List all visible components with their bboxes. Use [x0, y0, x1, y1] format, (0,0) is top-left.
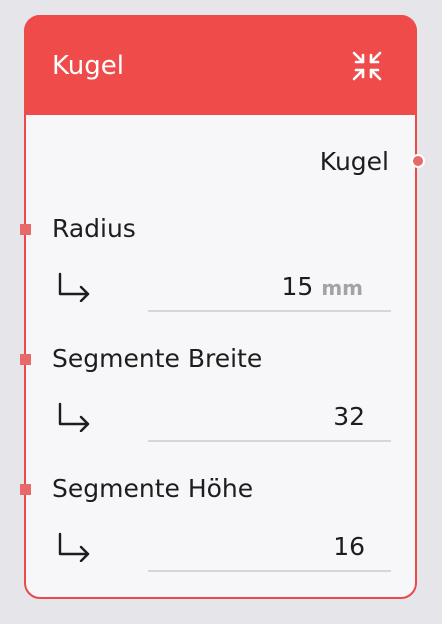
output-label: Kugel [319, 147, 389, 176]
return-arrow-icon [58, 532, 90, 562]
segmente-hoehe-input[interactable]: 16 [148, 520, 391, 572]
node-card[interactable]: Kugel Kugel Radius 15 mm Segmente Breite… [20, 15, 425, 599]
segmente-breite-value: 32 [333, 402, 365, 431]
segmente-hoehe-value: 16 [333, 532, 365, 561]
param-segmente-hoehe: Segmente Höhe 16 [20, 462, 419, 592]
radius-input[interactable]: 15 mm [148, 260, 391, 312]
input-socket-radius[interactable] [20, 224, 31, 235]
param-radius: Radius 15 mm [20, 202, 419, 332]
node-title: Kugel [52, 51, 124, 81]
return-arrow-icon [58, 402, 90, 432]
output-socket[interactable] [411, 154, 425, 168]
radius-unit: mm [321, 276, 363, 300]
collapse-icon[interactable] [350, 49, 384, 83]
param-label-radius: Radius [52, 214, 136, 243]
return-arrow-icon [58, 272, 90, 302]
param-label-segmente-breite: Segmente Breite [52, 344, 263, 373]
param-segmente-breite: Segmente Breite 32 [20, 332, 419, 462]
input-socket-segmente-breite[interactable] [20, 354, 31, 365]
radius-value: 15 [281, 272, 314, 301]
input-socket-segmente-hoehe[interactable] [20, 484, 31, 495]
node-header[interactable]: Kugel [24, 15, 417, 115]
segmente-breite-input[interactable]: 32 [148, 390, 391, 442]
param-label-segmente-hoehe: Segmente Höhe [52, 474, 254, 503]
